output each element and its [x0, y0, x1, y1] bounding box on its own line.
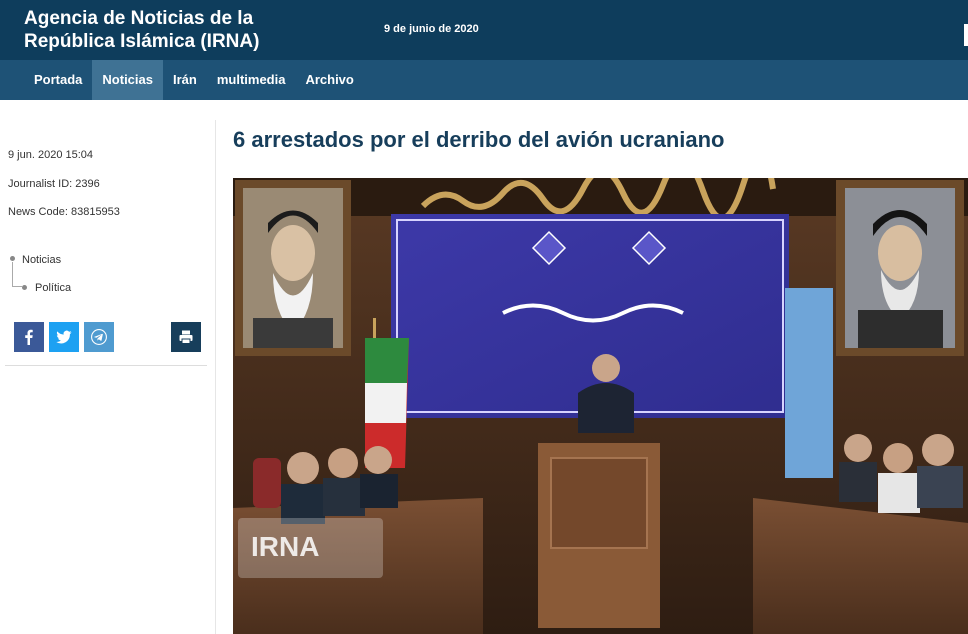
- telegram-icon: [91, 329, 107, 345]
- share-telegram-button[interactable]: [84, 322, 114, 352]
- sidebar-divider: [5, 365, 207, 366]
- nav-item-portada[interactable]: Portada: [24, 60, 92, 100]
- main-nav: Portada Noticias Irán multimedia Archivo: [0, 60, 968, 100]
- nav-item-multimedia[interactable]: multimedia: [207, 60, 296, 100]
- breadcrumb-politica[interactable]: Política: [35, 282, 71, 294]
- header-date: 9 de junio de 2020: [384, 23, 479, 35]
- site-header: Agencia de Noticias de la República Islá…: [0, 0, 968, 60]
- watermark-text: IRNA: [251, 531, 319, 562]
- twitter-icon: [56, 330, 72, 344]
- facebook-icon: [25, 329, 33, 345]
- print-button[interactable]: [171, 322, 201, 352]
- breadcrumb-connector: [12, 262, 22, 287]
- article-photo: IRNA: [233, 178, 968, 634]
- breadcrumb-dot-icon: [22, 285, 27, 290]
- share-facebook-button[interactable]: [14, 322, 44, 352]
- print-icon: [179, 330, 193, 344]
- header-edge-element: [964, 24, 968, 46]
- site-title-line1: Agencia de Noticias de la: [24, 8, 254, 29]
- site-title-line2: República Islámica (IRNA): [24, 31, 260, 52]
- article-headline: 6 arrestados por el derribo del avión uc…: [233, 127, 725, 152]
- nav-item-archivo[interactable]: Archivo: [295, 60, 363, 100]
- published-datetime: 9 jun. 2020 15:04: [8, 149, 94, 161]
- journalist-id: Journalist ID: 2396: [8, 178, 100, 190]
- site-logo-title[interactable]: Agencia de Noticias de la República Islá…: [24, 7, 284, 53]
- nav-item-noticias[interactable]: Noticias: [92, 60, 163, 100]
- nav-item-iran[interactable]: Irán: [163, 60, 207, 100]
- share-twitter-button[interactable]: [49, 322, 79, 352]
- press-conference-photo: IRNA: [233, 178, 968, 634]
- news-code: News Code: 83815953: [8, 206, 120, 218]
- breadcrumb-dot-icon: [10, 256, 15, 261]
- article-sidebar: 9 jun. 2020 15:04 Journalist ID: 2396 Ne…: [0, 120, 216, 634]
- breadcrumb-noticias[interactable]: Noticias: [22, 254, 61, 266]
